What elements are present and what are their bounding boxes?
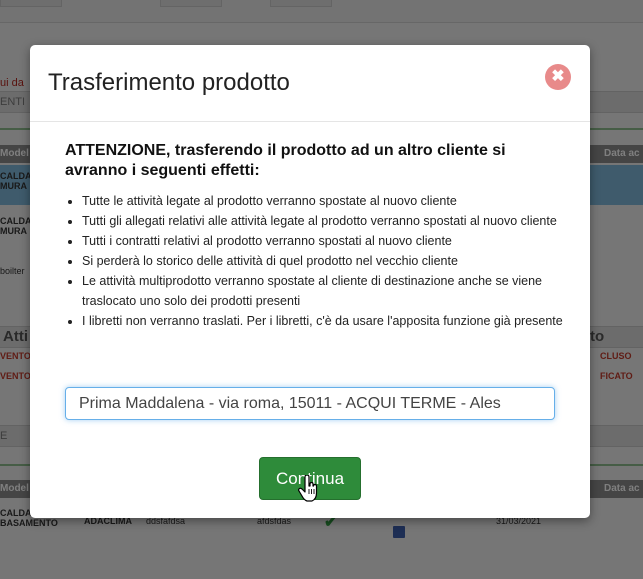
transfer-product-modal: Trasferimento prodotto ✖ ATTENZIONE, tra…	[30, 45, 590, 518]
effects-list: Tutte le attività legate al prodotto ver…	[65, 191, 582, 331]
list-item: Tutti gli allegati relativi alle attivit…	[82, 211, 582, 231]
close-icon[interactable]: ✖	[545, 64, 571, 90]
list-item: Tutte le attività legate al prodotto ver…	[82, 191, 582, 211]
list-item: Le attività multiprodotto verranno spost…	[82, 271, 582, 311]
modal-header: Trasferimento prodotto ✖	[30, 45, 590, 122]
list-item: Tutti i contratti relativi al prodotto v…	[82, 231, 582, 251]
warning-heading: ATTENZIONE, trasferendo il prodotto ad u…	[65, 142, 506, 179]
continue-button[interactable]: Continua	[259, 457, 361, 500]
client-search-input[interactable]	[65, 387, 555, 420]
list-item: I libretti non verranno traslati. Per i …	[82, 311, 582, 331]
modal-title: Trasferimento prodotto	[48, 69, 290, 96]
list-item: Si perderà lo storico delle attività di …	[82, 251, 582, 271]
